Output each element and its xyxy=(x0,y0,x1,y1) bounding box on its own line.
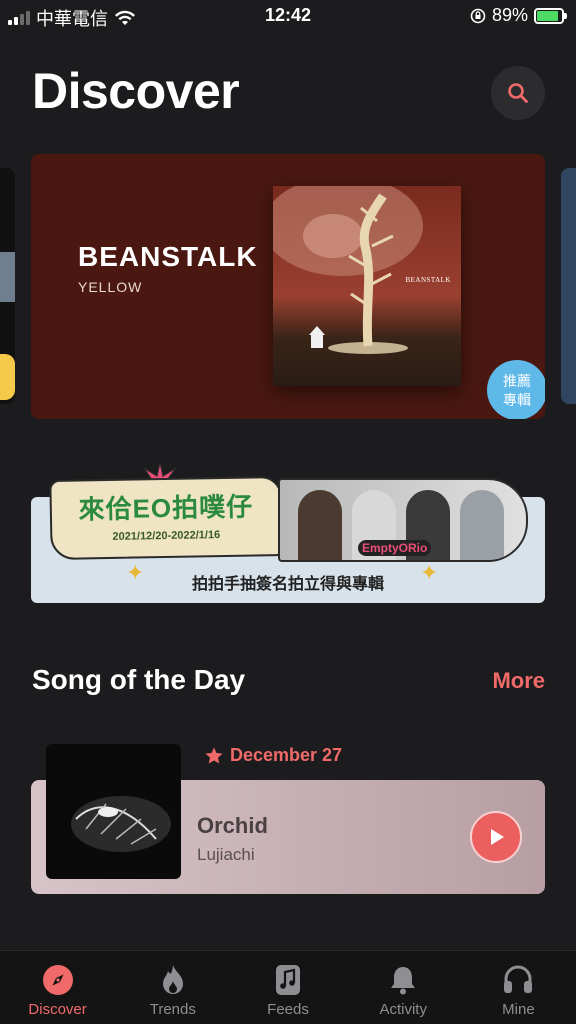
promo-title-tag: 來佮EO拍噗仔 2021/12/20-2022/1/16 xyxy=(49,475,283,561)
more-link[interactable]: More xyxy=(492,668,545,694)
headphones-icon xyxy=(504,965,533,993)
badge-line-2: 專輯 xyxy=(503,392,531,408)
tab-label: Mine xyxy=(502,1001,535,1018)
play-icon xyxy=(491,829,504,845)
song-title: Orchid xyxy=(197,813,268,838)
band-name: EmptyORio xyxy=(358,540,432,556)
song-date: December 27 xyxy=(204,745,342,766)
search-icon xyxy=(508,83,528,103)
play-button[interactable] xyxy=(470,811,522,863)
tab-bar: Discover Trends Feeds Activity Mine xyxy=(0,950,576,1024)
band-photo: EmptyORio xyxy=(278,478,528,562)
album-artist: YELLOW xyxy=(78,279,143,295)
album-title: BEANSTALK xyxy=(78,241,258,272)
bell-icon xyxy=(391,967,416,995)
battery-group: 89% xyxy=(470,5,567,26)
battery-icon xyxy=(534,7,567,24)
song-artist: Lujiachi xyxy=(197,845,255,864)
featured-album-card[interactable]: BEANSTALK YELLOW BEANSTALK 推薦 專輯 xyxy=(31,154,545,419)
tab-trends[interactable]: Trends xyxy=(115,951,230,1024)
carousel-prev-card[interactable] xyxy=(0,168,15,404)
cover-label: BEANSTALK xyxy=(405,276,451,284)
status-bar: 中華電信 12:42 89% xyxy=(0,0,576,34)
song-artwork-image xyxy=(71,796,171,852)
tab-label: Discover xyxy=(28,1001,87,1018)
tab-label: Trends xyxy=(149,1001,196,1018)
song-date-text: December 27 xyxy=(230,745,343,765)
recommended-badge: 推薦 專輯 xyxy=(487,360,545,419)
badge-line-1: 推薦 xyxy=(503,373,531,389)
battery-percent: 89% xyxy=(491,5,528,25)
tab-label: Activity xyxy=(379,1001,427,1018)
star-icon xyxy=(205,747,223,763)
rotation-lock-icon xyxy=(470,8,486,23)
flame-icon xyxy=(162,965,183,994)
tab-discover[interactable]: Discover xyxy=(0,951,115,1024)
music-note-icon xyxy=(276,965,300,995)
album-cover: BEANSTALK xyxy=(273,186,461,386)
search-button[interactable] xyxy=(491,66,545,120)
tab-activity[interactable]: Activity xyxy=(346,951,461,1024)
carousel-next-card[interactable] xyxy=(561,168,576,404)
tab-mine[interactable]: Mine xyxy=(461,951,576,1024)
section-title: Song of the Day xyxy=(32,664,246,695)
promo-caption: 拍拍手抽簽名拍立得與專輯 xyxy=(191,576,384,593)
tab-label: Feeds xyxy=(267,1001,309,1018)
promo-date: 2021/12/20-2022/1/16 xyxy=(112,529,221,543)
promo-title: 來佮EO拍噗仔 xyxy=(78,491,254,525)
song-artwork xyxy=(46,744,181,879)
album-cover-art xyxy=(273,186,423,354)
tab-feeds[interactable]: Feeds xyxy=(230,951,345,1024)
compass-icon xyxy=(42,965,73,995)
page-title: Discover xyxy=(32,63,240,119)
